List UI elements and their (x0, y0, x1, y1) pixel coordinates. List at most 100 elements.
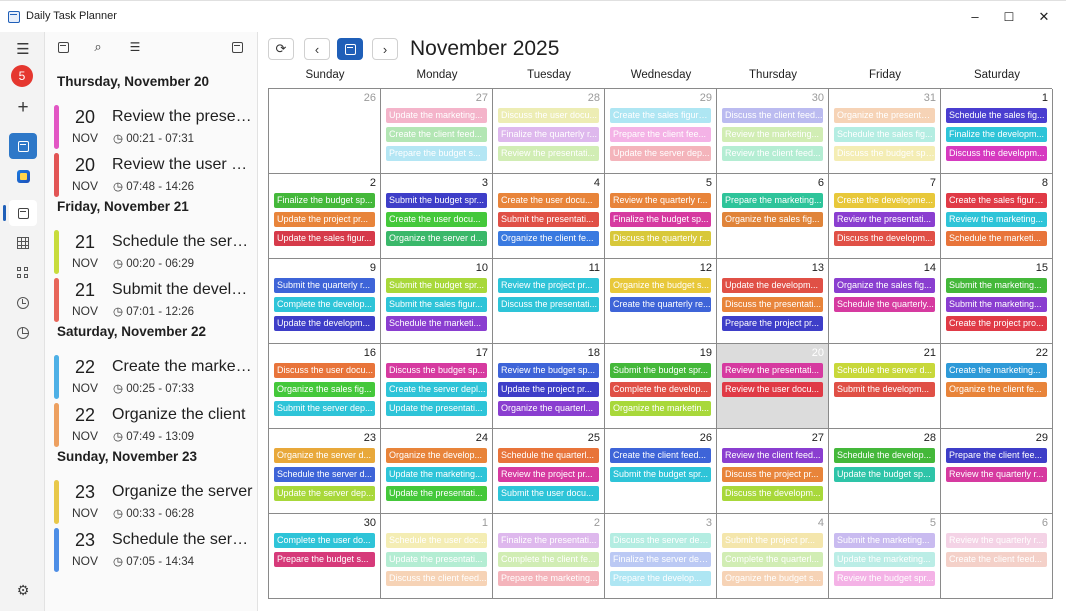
event-chip[interactable]: Update the project pr... (498, 382, 599, 397)
event-chip[interactable]: Update the developm... (722, 278, 823, 293)
event-chip[interactable]: Discuss the presentati... (722, 297, 823, 312)
event-chip[interactable]: Discuss the presentati... (498, 297, 599, 312)
event-chip[interactable]: Prepare the client fee... (946, 448, 1047, 463)
next-month-button[interactable]: › (372, 38, 398, 60)
task-list-button[interactable]: ☰ (125, 38, 145, 56)
event-chip[interactable]: Review the budget sp... (498, 363, 599, 378)
event-chip[interactable]: Schedule the server d... (834, 363, 935, 378)
event-chip[interactable]: Submit the sales figur... (386, 297, 487, 312)
event-chip[interactable]: Review the project pr... (498, 467, 599, 482)
event-chip[interactable]: Prepare the client fee... (610, 127, 711, 142)
event-chip[interactable]: Create the quarterly re... (610, 297, 711, 312)
event-chip[interactable]: Update the developm... (274, 316, 375, 331)
event-chip[interactable]: Prepare the budget s... (274, 552, 375, 567)
day-cell[interactable]: 21 Schedule the server d... Submit the dev… (829, 344, 941, 429)
event-chip[interactable]: Organize the client fe... (946, 382, 1047, 397)
event-chip[interactable]: Create the sales figure... (946, 193, 1047, 208)
event-chip[interactable]: Create the client feed... (946, 552, 1047, 567)
day-cell[interactable]: 19 Submit the budget spr... Complete the d… (605, 344, 717, 429)
event-chip[interactable]: Prepare the project pr... (722, 316, 823, 331)
day-cell[interactable]: 25 Schedule the quarterl... Review the pro… (493, 429, 605, 514)
event-chip[interactable]: Discuss the developm... (722, 486, 823, 501)
day-cell[interactable]: 9 Submit the quarterly r... Complete the d… (269, 259, 381, 344)
event-chip[interactable]: Submit the marketing... (834, 533, 935, 548)
day-cell[interactable]: 15 Submit the marketing... Submit the mark… (941, 259, 1053, 344)
event-chip[interactable]: Update the budget sp... (834, 467, 935, 482)
event-chip[interactable]: Schedule the marketi... (946, 231, 1047, 246)
day-cell[interactable]: 12 Organize the budget s... Create the qua… (605, 259, 717, 344)
event-chip[interactable]: Organize the client fe... (498, 231, 599, 246)
hamburger-menu-button[interactable]: ☰ (9, 36, 37, 62)
agenda-task-item[interactable]: 23 NOV Schedule the server ◷ 07:05 - 14:34 (45, 526, 257, 572)
event-chip[interactable]: Schedule the develop... (834, 448, 935, 463)
event-chip[interactable]: Schedule the sales fig... (834, 127, 935, 142)
event-chip[interactable]: Create the developme... (834, 193, 935, 208)
event-chip[interactable]: Review the marketing... (946, 212, 1047, 227)
day-cell[interactable]: 5 Review the quarterly r... Finalize the b… (605, 174, 717, 259)
day-cell[interactable]: 11 Review the project pr... Discuss the pr… (493, 259, 605, 344)
settings-button[interactable]: ⚙ (9, 577, 37, 603)
day-cell[interactable]: 30 Complete the user do... Prepare the bud… (269, 514, 381, 599)
day-cell[interactable]: 1 Schedule the sales fig... Finalize the d… (941, 89, 1053, 174)
event-chip[interactable]: Update the marketing... (386, 108, 487, 123)
planner-app-button[interactable] (9, 133, 37, 159)
event-chip[interactable]: Submit the presentati... (498, 212, 599, 227)
event-chip[interactable]: Discuss the budget spr... (834, 146, 935, 161)
event-chip[interactable]: Create the user docu... (498, 193, 599, 208)
event-chip[interactable]: Complete the develop... (274, 297, 375, 312)
day-cell[interactable]: 23 Organize the server d... Schedule the s… (269, 429, 381, 514)
previous-month-button[interactable]: ‹ (304, 38, 330, 60)
event-chip[interactable]: Finalize the presentati... (498, 533, 599, 548)
event-chip[interactable]: Create the client feed... (386, 127, 487, 142)
calendar-view-button[interactable] (53, 38, 73, 56)
event-chip[interactable]: Review the client feed... (722, 146, 823, 161)
event-chip[interactable]: Schedule the user doc... (386, 533, 487, 548)
event-chip[interactable]: Organize the budget s... (610, 278, 711, 293)
day-cell[interactable]: 13 Update the developm... Discuss the pres… (717, 259, 829, 344)
event-chip[interactable]: Prepare the marketing... (722, 193, 823, 208)
agenda-task-item[interactable]: 20 NOV Review the user documentation ◷ 07:4… (45, 151, 257, 197)
nav-board-button[interactable] (9, 260, 37, 286)
nav-stats-button[interactable] (9, 320, 37, 346)
day-cell[interactable]: 8 Create the sales figure... Review the ma… (941, 174, 1053, 259)
event-chip[interactable]: Discuss the client feed... (386, 571, 487, 586)
event-chip[interactable]: Create the project pro... (946, 316, 1047, 331)
maximize-button[interactable]: ☐ (994, 7, 1024, 27)
day-cell[interactable]: 26 (269, 89, 381, 174)
day-cell[interactable]: 10 Submit the budget spr... Submit the sal… (381, 259, 493, 344)
day-cell[interactable]: 28 Discuss the user docu... Finalize the q… (493, 89, 605, 174)
event-chip[interactable]: Update the server dep... (274, 486, 375, 501)
event-chip[interactable]: Review the quarterly r... (946, 467, 1047, 482)
day-cell[interactable]: 20 Review the presentati... Review the use… (717, 344, 829, 429)
day-cell[interactable]: 4 Submit the project pr... Complete the qu… (717, 514, 829, 599)
day-cell[interactable]: 18 Review the budget sp... Update the proj… (493, 344, 605, 429)
day-cell[interactable]: 27 Update the marketing... Create the clie… (381, 89, 493, 174)
event-chip[interactable]: Finalize the developm... (946, 127, 1047, 142)
nav-month-button[interactable] (9, 230, 37, 256)
event-chip[interactable]: Organize the develop... (386, 448, 487, 463)
event-chip[interactable]: Submit the project pr... (722, 533, 823, 548)
day-cell[interactable]: 24 Organize the develop... Update the mark… (381, 429, 493, 514)
day-cell[interactable]: 3 Submit the budget spr... Create the user… (381, 174, 493, 259)
minimize-button[interactable]: – (960, 7, 990, 27)
event-chip[interactable]: Update the project pr... (274, 212, 375, 227)
event-chip[interactable]: Update the marketing... (834, 552, 935, 567)
today-button[interactable] (227, 38, 247, 56)
event-chip[interactable]: Submit the budget spr... (386, 193, 487, 208)
event-chip[interactable]: Prepare the marketing... (498, 571, 599, 586)
event-chip[interactable]: Review the quarterly r... (946, 533, 1047, 548)
event-chip[interactable]: Organize the presentat... (834, 108, 935, 123)
day-cell[interactable]: 28 Schedule the develop... Update the budg… (829, 429, 941, 514)
event-chip[interactable]: Discuss the user docu... (498, 108, 599, 123)
event-chip[interactable]: Organize the server d... (274, 448, 375, 463)
outlook-calendar-button[interactable] (9, 163, 37, 189)
day-cell[interactable]: 4 Create the user docu... Submit the prese… (493, 174, 605, 259)
event-chip[interactable]: Review the project pr... (498, 278, 599, 293)
event-chip[interactable]: Discuss the developm... (834, 231, 935, 246)
day-cell[interactable]: 29 Create the sales figure... Prepare the … (605, 89, 717, 174)
event-chip[interactable]: Update the server dep... (610, 146, 711, 161)
day-cell[interactable]: 29 Prepare the client fee... Review the qu… (941, 429, 1053, 514)
event-chip[interactable]: Discuss the server dep... (610, 533, 711, 548)
day-cell[interactable]: 2 Finalize the budget sp... Update the pro… (269, 174, 381, 259)
event-chip[interactable]: Organize the sales fig... (834, 278, 935, 293)
